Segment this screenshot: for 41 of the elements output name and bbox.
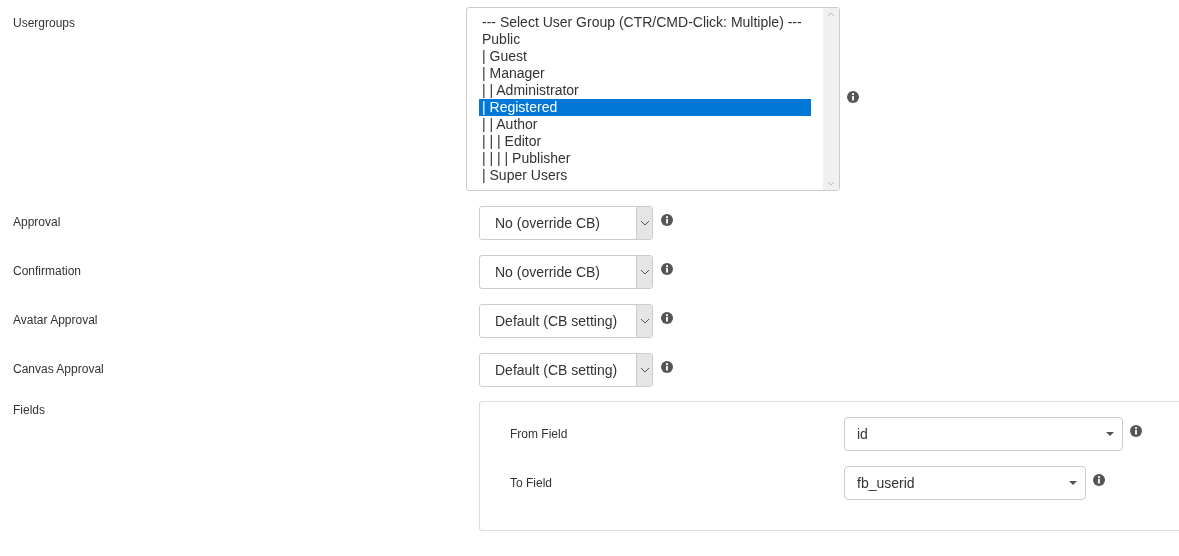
listbox-option[interactable]: | | Author	[479, 116, 811, 133]
field-label: Approval	[12, 214, 62, 229]
listbox-option[interactable]: Public	[479, 31, 811, 48]
dropdown[interactable]: fb_userid	[844, 466, 1086, 500]
listbox-option[interactable]: | Super Users	[479, 167, 811, 184]
listbox-option[interactable]: | | Administrator	[479, 82, 811, 99]
field-label: To Field	[509, 475, 554, 490]
field-label: Canvas Approval	[12, 361, 105, 376]
field-label: Usergroups	[12, 15, 77, 32]
caret-icon	[1069, 481, 1077, 485]
dropdown[interactable]: id	[844, 417, 1123, 451]
caret-icon	[1106, 432, 1114, 436]
info-icon	[661, 263, 673, 275]
listbox-option[interactable]: | Registered	[479, 99, 811, 116]
dropdown[interactable]: No (override CB)	[479, 255, 653, 289]
listbox-option[interactable]: --- Select User Group (CTR/CMD-Click: Multiple) ---	[479, 14, 811, 31]
listbox-option[interactable]: | | | | Publisher	[479, 150, 811, 167]
info-icon	[1130, 425, 1142, 437]
dropdown[interactable]: Default (CB setting)	[479, 353, 653, 387]
info-icon	[1093, 474, 1105, 486]
usergroups-listbox[interactable]: --- Select User Group (CTR/CMD-Click: Multiple) --- Public | Guest | Manager | | Administrator | Registered | | Author | | | Editor | | | | Publisher | Super Users	[466, 7, 840, 191]
dropdown[interactable]: No (override CB)	[479, 206, 653, 240]
scrollbar[interactable]	[823, 8, 839, 190]
field-label: Fields	[12, 402, 46, 419]
chevron-icon	[636, 207, 652, 239]
info-icon	[661, 361, 673, 373]
scroll-down-icon[interactable]	[827, 181, 835, 186]
chevron-icon	[636, 354, 652, 386]
info-icon	[847, 91, 859, 103]
chevron-icon	[636, 256, 652, 288]
field-label: Avatar Approval	[12, 312, 99, 327]
listbox-option[interactable]: | | | Editor	[479, 133, 811, 150]
listbox-option[interactable]: | Guest	[479, 48, 811, 65]
listbox-option[interactable]: | Manager	[479, 65, 811, 82]
scroll-up-icon[interactable]	[827, 12, 835, 17]
info-icon	[661, 312, 673, 324]
field-label: From Field	[509, 426, 569, 441]
dropdown[interactable]: Default (CB setting)	[479, 304, 653, 338]
info-icon	[661, 214, 673, 226]
chevron-icon	[636, 305, 652, 337]
field-label: Confirmation	[12, 263, 83, 278]
